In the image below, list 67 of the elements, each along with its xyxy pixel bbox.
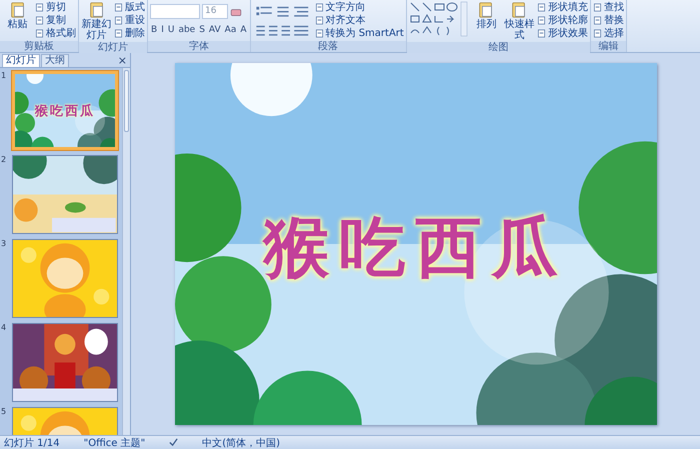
ribbon-large-button[interactable]: 快速样式 bbox=[504, 1, 535, 41]
group-label: 剪贴板 bbox=[0, 41, 78, 52]
page-icon bbox=[314, 3, 324, 12]
ribbon-small-button[interactable]: 选择 bbox=[592, 27, 624, 40]
ribbon-small-button[interactable]: 重设 bbox=[114, 14, 145, 27]
slide-title: 猴吃西瓜 bbox=[261, 208, 568, 288]
language: 中文(简体，中国) bbox=[202, 436, 280, 449]
scrollbar[interactable] bbox=[122, 68, 130, 435]
page-icon bbox=[114, 29, 123, 38]
close-button[interactable]: × bbox=[114, 55, 130, 67]
format-button[interactable]: AV bbox=[208, 24, 222, 37]
page-icon bbox=[592, 29, 602, 38]
page-icon bbox=[35, 3, 44, 12]
page-icon bbox=[35, 29, 44, 38]
ribbon-small-button[interactable]: 格式刷 bbox=[35, 27, 76, 40]
page-icon bbox=[592, 16, 602, 25]
page-icon bbox=[592, 3, 602, 12]
slide-counter: 幻灯片 1/14 bbox=[4, 436, 60, 449]
ribbon-small-button[interactable]: 替换 bbox=[592, 14, 624, 27]
page-icon bbox=[114, 3, 123, 12]
ribbon-large-button[interactable]: 排列 bbox=[470, 1, 502, 30]
format-button[interactable]: I bbox=[160, 24, 165, 37]
slide-number: 1 bbox=[0, 71, 8, 82]
ribbon-small-button[interactable]: 文字方向 bbox=[314, 1, 404, 14]
format-button[interactable]: B bbox=[150, 24, 158, 37]
ribbon-large-button[interactable]: 新建幻灯片 bbox=[81, 1, 112, 41]
ribbon-small-button[interactable]: 查找 bbox=[592, 1, 624, 14]
ribbon-large-button[interactable]: 粘贴 bbox=[2, 1, 33, 30]
ribbon-small-button[interactable]: 形状效果 bbox=[536, 27, 588, 40]
ribbon-small-button[interactable]: 形状填充 bbox=[536, 1, 588, 14]
group-label: 绘图 bbox=[406, 42, 590, 53]
page-icon bbox=[536, 16, 546, 25]
theme-name: "Office 主题" bbox=[84, 436, 146, 449]
ribbon-small-button[interactable]: 对齐文本 bbox=[314, 14, 404, 27]
page-icon bbox=[536, 29, 546, 38]
slide-number: 3 bbox=[0, 239, 8, 250]
slide-number: 5 bbox=[0, 407, 8, 418]
thumbnail-title: 猴吃西瓜 bbox=[34, 103, 96, 120]
group-label: 编辑 bbox=[590, 41, 626, 52]
format-button[interactable]: U bbox=[166, 24, 176, 37]
group-label: 段落 bbox=[250, 41, 406, 52]
group-label: 字体 bbox=[148, 41, 250, 52]
panel-tab[interactable]: 幻灯片 bbox=[2, 54, 40, 67]
ribbon-small-button[interactable]: 形状轮廓 bbox=[536, 14, 588, 27]
format-button[interactable]: Aa bbox=[224, 24, 238, 37]
format-button[interactable]: S bbox=[198, 24, 206, 37]
slide-number: 2 bbox=[0, 155, 8, 166]
shapes-drawing[interactable] bbox=[408, 1, 469, 37]
font-name-field[interactable] bbox=[150, 4, 200, 19]
page-icon bbox=[35, 16, 44, 25]
ribbon-small-button[interactable]: 删除 bbox=[114, 27, 145, 40]
format-button[interactable]: A bbox=[239, 24, 248, 37]
page-icon bbox=[536, 3, 546, 12]
format-button[interactable]: abe bbox=[177, 24, 196, 37]
clipboard-icon bbox=[8, 1, 26, 19]
ribbon-small-button[interactable]: 剪切 bbox=[35, 1, 76, 14]
page-icon bbox=[314, 16, 324, 25]
ribbon-small-button[interactable]: 复制 bbox=[35, 14, 76, 27]
check-icon[interactable] bbox=[169, 438, 178, 447]
ribbon-small-button[interactable]: 转换为 SmartArt bbox=[314, 27, 404, 40]
panel-tab[interactable]: 大纲 bbox=[41, 54, 69, 67]
page-icon bbox=[114, 16, 123, 25]
group-label: 幻灯片 bbox=[79, 42, 147, 53]
page-icon bbox=[314, 29, 324, 38]
clipboard-icon bbox=[88, 1, 106, 19]
slide-number: 4 bbox=[0, 323, 8, 334]
ribbon-small-button[interactable]: 版式 bbox=[114, 1, 145, 14]
